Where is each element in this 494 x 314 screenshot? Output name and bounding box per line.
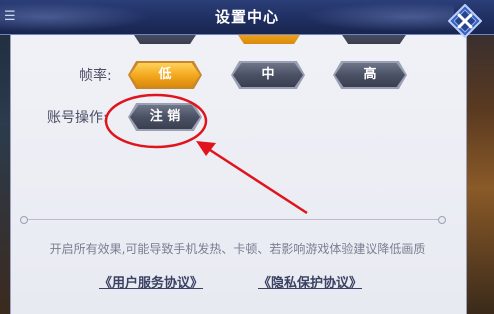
frame-rate-low-label: 低 <box>130 63 200 87</box>
user-agreement-link-text: 《用户服务协议》 <box>99 276 204 291</box>
divider <box>24 219 442 220</box>
settings-panel <box>10 10 467 314</box>
user-agreement-link[interactable]: 《用户服务协议》 <box>99 272 203 291</box>
privacy-agreement-link[interactable]: 《隐私保护协议》 <box>258 272 362 291</box>
frame-rate-label: 帧率: <box>79 68 112 84</box>
previous-row-option-1[interactable] <box>130 34 200 44</box>
page-title: 设置中心 <box>214 8 279 26</box>
divider-dot-left <box>20 216 28 224</box>
frame-rate-medium-label: 中 <box>233 63 303 87</box>
title-bar: ☰ 设置中心 <box>0 0 494 39</box>
performance-notice: 开启所有效果,可能导致手机发热、卡顿、若影响游戏体验建议降低画质 <box>49 242 426 256</box>
privacy-agreement-link-text: 《隐私保护协议》 <box>258 276 363 291</box>
frame-rate-medium-button[interactable]: 中 <box>231 61 305 89</box>
previous-row-option-3[interactable] <box>338 34 410 44</box>
logout-button[interactable]: 注 销 <box>128 103 202 131</box>
logout-label: 注 销 <box>130 105 200 129</box>
close-icon <box>447 3 483 39</box>
divider-dot-right <box>438 216 446 224</box>
frame-rate-high-button[interactable]: 高 <box>333 61 407 89</box>
frame-rate-low-button[interactable]: 低 <box>128 61 202 89</box>
background-scene-right <box>464 0 494 314</box>
account-action-label: 账号操作: <box>47 110 108 126</box>
previous-row-option-2[interactable] <box>236 34 302 44</box>
frame-rate-high-label: 高 <box>335 63 405 87</box>
close-button[interactable] <box>447 3 483 39</box>
